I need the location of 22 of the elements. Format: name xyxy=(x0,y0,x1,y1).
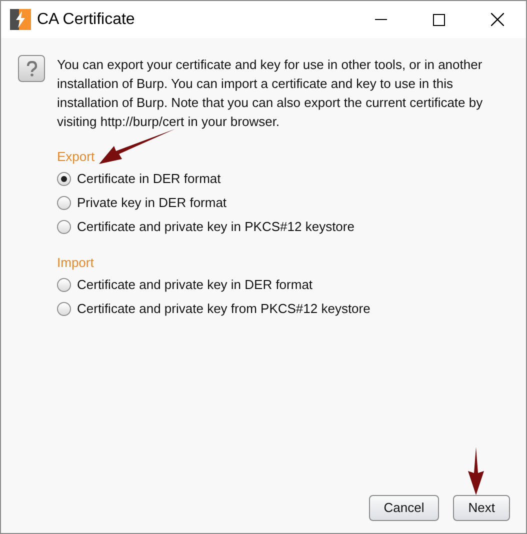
radio-button[interactable] xyxy=(57,220,71,234)
help-icon xyxy=(18,55,45,82)
annotation-arrow xyxy=(467,447,485,495)
minimize-icon xyxy=(375,18,387,20)
window-title: CA Certificate xyxy=(37,10,135,30)
app-logo-icon xyxy=(10,9,31,30)
radio-option[interactable]: Private key in DER format xyxy=(57,191,227,215)
radio-button[interactable] xyxy=(57,302,71,316)
radio-option[interactable]: Certificate and private key from PKCS#12 keystore xyxy=(57,297,370,321)
close-icon xyxy=(490,13,504,26)
radio-button[interactable] xyxy=(57,278,71,292)
radio-option[interactable]: Certificate and private key in PKCS#12 keystore xyxy=(57,215,354,239)
maximize-icon xyxy=(433,14,445,26)
section-heading: Export xyxy=(57,148,95,166)
radio-option[interactable]: Certificate and private key in DER format xyxy=(57,273,313,297)
next-button[interactable]: Next xyxy=(453,495,510,521)
radio-option[interactable]: Certificate in DER format xyxy=(57,167,221,191)
cancel-button[interactable]: Cancel xyxy=(368,495,440,521)
radio-button[interactable] xyxy=(57,172,71,186)
section-heading: Import xyxy=(57,254,94,272)
info-message: You can export your certificate and key for use in other tools, or in another installation of Burp. You can import a certificate and key to use in this installation of Burp. Note that you can also export the current certificate by visiting http://burp/cert in your browser. xyxy=(57,56,484,131)
radio-button[interactable] xyxy=(57,196,71,210)
